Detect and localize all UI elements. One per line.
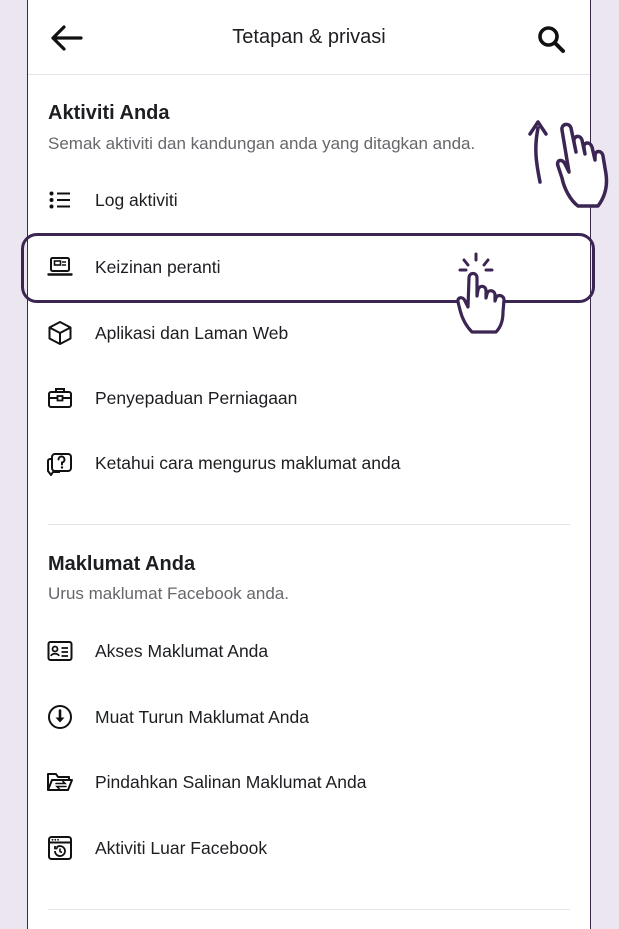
menu-item-activity-log[interactable]: Log aktiviti [28, 176, 590, 224]
page-title: Tetapan & privasi [232, 25, 386, 48]
section-title-your-info: Maklumat Anda [48, 553, 196, 575]
back-arrow-icon[interactable] [50, 24, 84, 52]
menu-item-off-facebook-activity[interactable]: Aktiviti Luar Facebook [28, 824, 590, 872]
menu-item-label: Akses Maklumat Anda [95, 640, 269, 661]
briefcase-icon [46, 384, 74, 412]
tap-hand-icon [452, 252, 516, 338]
top-bar: Tetapan & privasi [28, 0, 590, 75]
menu-item-business-integrations[interactable]: Penyepaduan Perniagaan [28, 374, 590, 422]
section-divider [48, 909, 570, 910]
history-window-icon [46, 834, 74, 862]
menu-item-label: Log aktiviti [95, 189, 178, 210]
cube-icon [46, 319, 74, 347]
menu-item-label: Pindahkan Salinan Maklumat Anda [95, 771, 367, 792]
download-circle-icon [46, 703, 74, 731]
menu-item-download-info[interactable]: Muat Turun Maklumat Anda [28, 693, 590, 741]
section-subtitle-your-info: Urus maklumat Facebook anda. [48, 584, 289, 603]
section-title-activity: Aktiviti Anda [48, 102, 170, 124]
menu-item-transfer-copy[interactable]: Pindahkan Salinan Maklumat Anda [28, 758, 590, 806]
section-divider [48, 524, 570, 525]
list-icon [46, 186, 74, 214]
section-subtitle-activity: Semak aktiviti dan kandungan anda yang d… [48, 134, 476, 153]
question-bubble-icon [46, 449, 74, 477]
menu-item-learn-manage-info[interactable]: Ketahui cara mengurus maklumat anda [28, 439, 590, 487]
phone-screen: Tetapan & privasi Aktiviti Anda Semak ak… [27, 0, 591, 929]
menu-item-label: Ketahui cara mengurus maklumat anda [95, 452, 401, 473]
menu-item-label: Aktiviti Luar Facebook [95, 837, 268, 858]
swipe-hand-icon [518, 112, 618, 210]
menu-item-label: Aplikasi dan Laman Web [95, 322, 289, 343]
folder-transfer-icon [46, 768, 74, 796]
menu-item-label: Penyepaduan Perniagaan [95, 387, 298, 408]
search-icon[interactable] [536, 24, 566, 54]
id-card-icon [46, 637, 74, 665]
menu-item-access-info[interactable]: Akses Maklumat Anda [28, 627, 590, 675]
menu-item-label: Muat Turun Maklumat Anda [95, 706, 309, 727]
